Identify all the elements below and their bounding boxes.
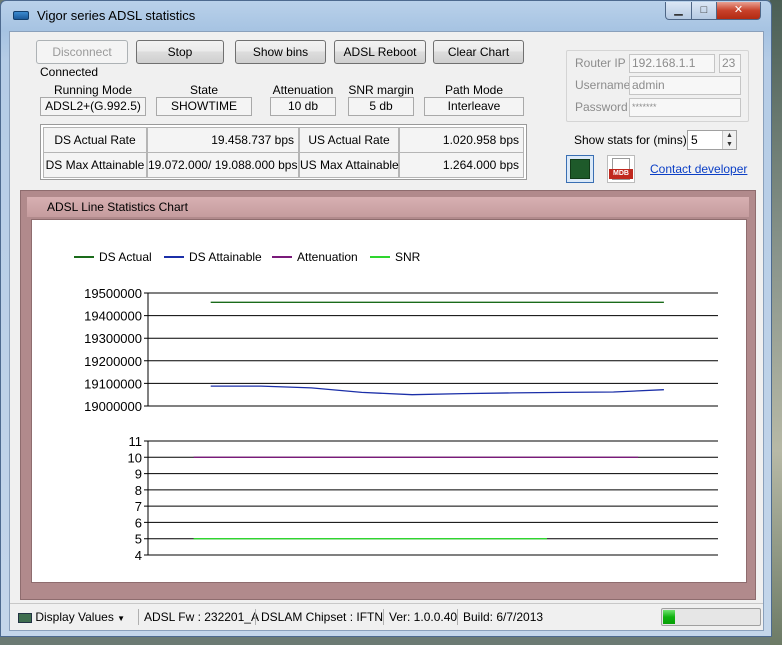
path-mode-header: Path Mode: [444, 83, 504, 97]
connection-status: Connected: [40, 65, 99, 79]
maximize-button[interactable]: □: [691, 2, 717, 20]
mdb-tag: MDB: [609, 169, 633, 179]
y-tick-label: 19400000: [84, 309, 142, 324]
stats-minutes-stepper[interactable]: 5 ▲ ▼: [687, 130, 737, 150]
chevron-down-icon: ▼: [117, 614, 126, 623]
y-tick-label: 8: [135, 483, 142, 498]
attenuation-value: 10 db: [270, 97, 336, 116]
progress-fill: [663, 610, 675, 624]
state-header: State: [189, 83, 219, 97]
y-tick-label: 6: [135, 515, 142, 530]
legend-label: SNR: [395, 250, 421, 264]
status-separator: [457, 609, 458, 625]
us-actual-rate-label: US Actual Rate: [299, 127, 399, 153]
snr-margin-value: 5 db: [348, 97, 414, 116]
port-field[interactable]: 23: [719, 54, 741, 73]
app-window: Vigor series ADSL statistics ▁ □ ✕ Disco…: [0, 0, 772, 637]
router-ip-field[interactable]: 192.168.1.1: [629, 54, 715, 73]
router-ip-label: Router IP: [575, 56, 626, 70]
ds-max-attainable-value: 19.072.000/ 19.088.000 bps: [147, 152, 299, 178]
chart-panel: ADSL Line Statistics Chart DS Actual DS A…: [20, 190, 756, 600]
y-tick-label: 19000000: [84, 399, 142, 414]
path-mode-value: Interleave: [424, 97, 524, 116]
state-value: SHOWTIME: [156, 97, 252, 116]
chart-header: ADSL Line Statistics Chart: [27, 197, 749, 217]
snr-margin-header: SNR margin: [348, 83, 414, 97]
y-tick-label: 5: [135, 532, 142, 547]
username-field[interactable]: admin: [629, 76, 741, 95]
y-tick-label: 7: [135, 499, 142, 514]
us-max-attainable-value: 1.264.000 bps: [399, 152, 524, 178]
chart-icon[interactable]: [566, 155, 594, 183]
legend-label: Attenuation: [297, 250, 358, 264]
display-values-icon: [18, 612, 32, 623]
y-tick-label: 9: [135, 467, 142, 482]
clear-chart-button[interactable]: Clear Chart: [433, 40, 524, 64]
y-tick-label: 19500000: [84, 286, 142, 301]
line-statistics-chart: DS Actual DS Attainable Attenuation SNR 1950…: [74, 250, 718, 563]
status-bar: Display Values ▼ ADSL Fw : 232201_A DSLA…: [10, 603, 763, 630]
chart-header-title: ADSL Line Statistics Chart: [47, 200, 188, 214]
password-field[interactable]: *******: [629, 98, 741, 117]
y-tick-label: 19100000: [84, 376, 142, 391]
status-separator: [138, 609, 139, 625]
running-mode-header: Running Mode: [53, 83, 133, 97]
minimize-button[interactable]: ▁: [665, 2, 692, 20]
ds-actual-rate-label: DS Actual Rate: [43, 127, 147, 153]
display-values-label: Display Values: [35, 610, 114, 624]
chart-thumbnail: [570, 159, 590, 179]
us-max-attainable-label: US Max Attainable: [299, 152, 399, 178]
legend-label: DS Attainable: [189, 250, 262, 264]
ds-actual-rate-value: 19.458.737 bps: [147, 127, 299, 153]
ds-max-attainable-label: DS Max Attainable: [43, 152, 147, 178]
password-label: Password: [575, 100, 628, 114]
title-bar[interactable]: Vigor series ADSL statistics ▁ □ ✕: [1, 1, 771, 31]
adsl-reboot-button[interactable]: ADSL Reboot: [334, 40, 426, 64]
spin-up-icon[interactable]: ▲: [722, 131, 736, 140]
app-icon: [13, 11, 29, 20]
client-area: Disconnect Stop Show bins ADSL Reboot Cl…: [9, 31, 764, 631]
status-separator: [255, 609, 256, 625]
y-tick-label: 19200000: [84, 354, 142, 369]
y-tick-label: 10: [128, 450, 142, 465]
disconnect-button[interactable]: Disconnect: [36, 40, 128, 64]
dslam-chipset: DSLAM Chipset : IFTN: [261, 610, 384, 624]
legend-label: DS Actual: [99, 250, 152, 264]
status-separator: [383, 609, 384, 625]
adsl-firmware: ADSL Fw : 232201_A: [144, 610, 259, 624]
spin-down-icon[interactable]: ▼: [722, 140, 736, 149]
version: Ver: 1.0.0.40: [389, 610, 458, 624]
stop-button[interactable]: Stop: [136, 40, 224, 64]
y-tick-label: 4: [135, 548, 142, 563]
display-values-dropdown[interactable]: Display Values ▼: [18, 610, 125, 624]
build-date: Build: 6/7/2013: [463, 610, 544, 624]
stats-minutes-label: Show stats for (mins): [574, 133, 687, 147]
stats-minutes-value: 5: [691, 133, 698, 147]
window-title: Vigor series ADSL statistics: [37, 8, 196, 23]
progress-bar: [661, 608, 761, 626]
series-line: [210, 385, 664, 396]
mdb-icon[interactable]: MDB: [607, 155, 635, 183]
login-group: Router IP 192.168.1.1 23 Username admin …: [566, 50, 749, 122]
us-actual-rate-value: 1.020.958 bps: [399, 127, 524, 153]
close-button[interactable]: ✕: [716, 2, 761, 20]
running-mode-value: ADSL2+(G.992.5): [40, 97, 146, 116]
attenuation-header: Attenuation: [272, 83, 334, 97]
y-tick-label: 11: [129, 434, 143, 449]
y-tick-label: 19300000: [84, 331, 142, 346]
rates-table: DS Actual Rate 19.458.737 bps US Actual …: [40, 124, 527, 180]
username-label: Username: [575, 78, 631, 92]
contact-developer-link[interactable]: Contact developer: [650, 162, 747, 176]
chart-area: DS Actual DS Attainable Attenuation SNR 1950…: [31, 219, 747, 583]
show-bins-button[interactable]: Show bins: [235, 40, 326, 64]
